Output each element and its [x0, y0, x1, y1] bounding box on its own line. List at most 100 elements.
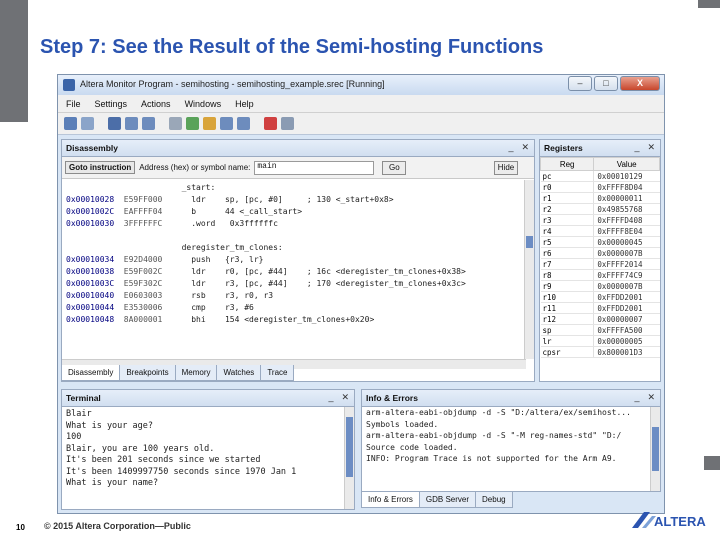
register-value[interactable]: 0x00000005: [593, 335, 660, 347]
hide-button[interactable]: Hide: [494, 160, 518, 175]
maximize-button[interactable]: □: [594, 76, 618, 91]
tab-trace[interactable]: Trace: [260, 365, 295, 381]
altera-logo: ALTERA: [632, 512, 706, 529]
register-row[interactable]: r5 0x00000045: [540, 236, 660, 248]
minimize-button[interactable]: –: [568, 76, 592, 91]
disassembly-line[interactable]: 0x0001002C EAFFFF04 b 44 <_call_start>: [66, 206, 516, 218]
register-value[interactable]: 0xFFFFA500: [593, 324, 660, 336]
register-row[interactable]: r9 0x0000007B: [540, 280, 660, 292]
value-column-header[interactable]: Value: [593, 157, 660, 171]
open-icon[interactable]: [81, 117, 94, 130]
register-value[interactable]: 0x00000045: [593, 236, 660, 248]
disassembly-line[interactable]: 0x00010048 8A000001 bhi 154 <deregister_…: [66, 314, 516, 326]
close-pane-icon[interactable]: ✕: [647, 142, 655, 153]
register-value[interactable]: 0x0000007B: [593, 247, 660, 259]
close-pane-icon[interactable]: ✕: [341, 392, 349, 403]
window-titlebar[interactable]: Altera Monitor Program - semihosting - s…: [58, 75, 664, 95]
register-value[interactable]: 0xFFFF74C9: [593, 269, 660, 281]
disassembly-line[interactable]: 0x00010038 E59F002C ldr r0, [pc, #44] ; …: [66, 266, 516, 278]
register-row[interactable]: r4 0xFFFF8E04: [540, 225, 660, 237]
scroll-thumb[interactable]: [346, 417, 353, 477]
refresh-icon[interactable]: [281, 117, 294, 130]
tab-memory[interactable]: Memory: [174, 365, 218, 381]
disassembly-line[interactable]: 0x00010044 E3530006 cmp r3, #6: [66, 302, 516, 314]
scroll-thumb[interactable]: [526, 236, 533, 248]
minimize-pane-icon[interactable]: _: [634, 142, 639, 153]
tab-info-errors[interactable]: Info & Errors: [361, 492, 420, 508]
close-button[interactable]: X: [620, 76, 660, 91]
register-row[interactable]: r10 0xFFDD2001: [540, 291, 660, 303]
tab-disassembly[interactable]: Disassembly: [61, 365, 121, 381]
register-row[interactable]: pc 0x00010129: [540, 170, 660, 182]
register-value[interactable]: 0xFFFFD408: [593, 214, 660, 226]
register-row[interactable]: r0 0xFFFF8D04: [540, 181, 660, 193]
step-icon[interactable]: [220, 117, 233, 130]
disassembly-line[interactable]: 0x0001003C E59F302C ldr r3, [pc, #44] ; …: [66, 278, 516, 290]
register-row[interactable]: r2 0x49855768: [540, 203, 660, 215]
compile-icon[interactable]: [108, 117, 121, 130]
register-value[interactable]: 0x00000011: [593, 192, 660, 204]
register-row[interactable]: r11 0xFFDD2001: [540, 302, 660, 314]
menu-file[interactable]: File: [66, 99, 81, 109]
scroll-thumb[interactable]: [652, 427, 659, 471]
register-value[interactable]: 0xFFFF8E04: [593, 225, 660, 237]
menu-actions[interactable]: Actions: [141, 99, 171, 109]
menu-windows[interactable]: Windows: [185, 99, 222, 109]
register-row[interactable]: r7 0xFFFF2014: [540, 258, 660, 270]
register-value[interactable]: 0xFFFF2014: [593, 258, 660, 270]
tab-breakpoints[interactable]: Breakpoints: [119, 365, 176, 381]
register-row[interactable]: r3 0xFFFFD408: [540, 214, 660, 226]
menu-help[interactable]: Help: [235, 99, 254, 109]
disassembly-line[interactable]: 0x00010040 E0603003 rsb r3, r0, r3: [66, 290, 516, 302]
save-icon[interactable]: [64, 117, 77, 130]
disassembly-line[interactable]: deregister_tm_clones:: [66, 242, 516, 254]
disassembly-line[interactable]: 0x00010030 3FFFFFFC .word 0x3ffffffc: [66, 218, 516, 230]
load-icon[interactable]: [125, 117, 138, 130]
breakpoint-icon[interactable]: [264, 117, 277, 130]
disassembly-line[interactable]: _start:: [66, 182, 516, 194]
info-vscroll[interactable]: [650, 407, 660, 491]
menu-settings[interactable]: Settings: [95, 99, 128, 109]
go-button[interactable]: Go: [382, 160, 407, 175]
tab-gdb-server[interactable]: GDB Server: [418, 492, 477, 508]
registers-pane: Registers _ ✕ Reg Value pc 0x00010129 r0 0xF…: [539, 139, 661, 382]
close-pane-icon[interactable]: ✕: [647, 392, 655, 403]
close-pane-icon[interactable]: ✕: [521, 142, 529, 153]
register-value[interactable]: 0xFFFF8D04: [593, 181, 660, 193]
register-value[interactable]: 0x0000007B: [593, 280, 660, 292]
tab-debug[interactable]: Debug: [475, 492, 513, 508]
step-over-icon[interactable]: [237, 117, 250, 130]
register-row[interactable]: lr 0x00000005: [540, 335, 660, 347]
register-row[interactable]: r8 0xFFFF74C9: [540, 269, 660, 281]
disassembly-line[interactable]: 0x00010028 E59FF000 ldr sp, [pc, #0] ; 1…: [66, 194, 516, 206]
restart-icon[interactable]: [169, 117, 182, 130]
minimize-pane-icon[interactable]: _: [508, 142, 513, 153]
register-value[interactable]: 0xFFDD2001: [593, 291, 660, 303]
register-value[interactable]: 0x00000007: [593, 313, 660, 325]
register-value[interactable]: 0x800001D3: [593, 346, 660, 358]
terminal-vscroll[interactable]: [344, 407, 354, 509]
download-icon[interactable]: [142, 117, 155, 130]
register-name: r7: [540, 258, 594, 270]
register-row[interactable]: r1 0x00000011: [540, 192, 660, 204]
disassembly-line[interactable]: 0x00010034 E92D4000 push {r3, lr}: [66, 254, 516, 266]
instruction-address: 0x0001002C: [66, 207, 124, 216]
continue-icon[interactable]: [186, 117, 199, 130]
minimize-pane-icon[interactable]: _: [328, 392, 333, 403]
disassembly-vscroll[interactable]: [524, 180, 534, 359]
minimize-pane-icon[interactable]: _: [634, 392, 639, 403]
disassembly-line[interactable]: [66, 230, 516, 242]
register-value[interactable]: 0x49855768: [593, 203, 660, 215]
reg-column-header[interactable]: Reg: [540, 157, 595, 171]
pause-icon[interactable]: [203, 117, 216, 130]
address-input[interactable]: main: [254, 160, 375, 175]
register-row[interactable]: sp 0xFFFFA500: [540, 324, 660, 336]
register-row[interactable]: cpsr 0x800001D3: [540, 346, 660, 358]
tab-watches[interactable]: Watches: [216, 365, 262, 381]
register-row[interactable]: r12 0x00000007: [540, 313, 660, 325]
register-value[interactable]: 0xFFDD2001: [593, 302, 660, 314]
register-name: cpsr: [540, 346, 594, 358]
terminal-output[interactable]: Blair What is your age? 100 Blair, you are …: [66, 409, 346, 509]
register-value[interactable]: 0x00010129: [593, 170, 660, 182]
register-row[interactable]: r6 0x0000007B: [540, 247, 660, 259]
